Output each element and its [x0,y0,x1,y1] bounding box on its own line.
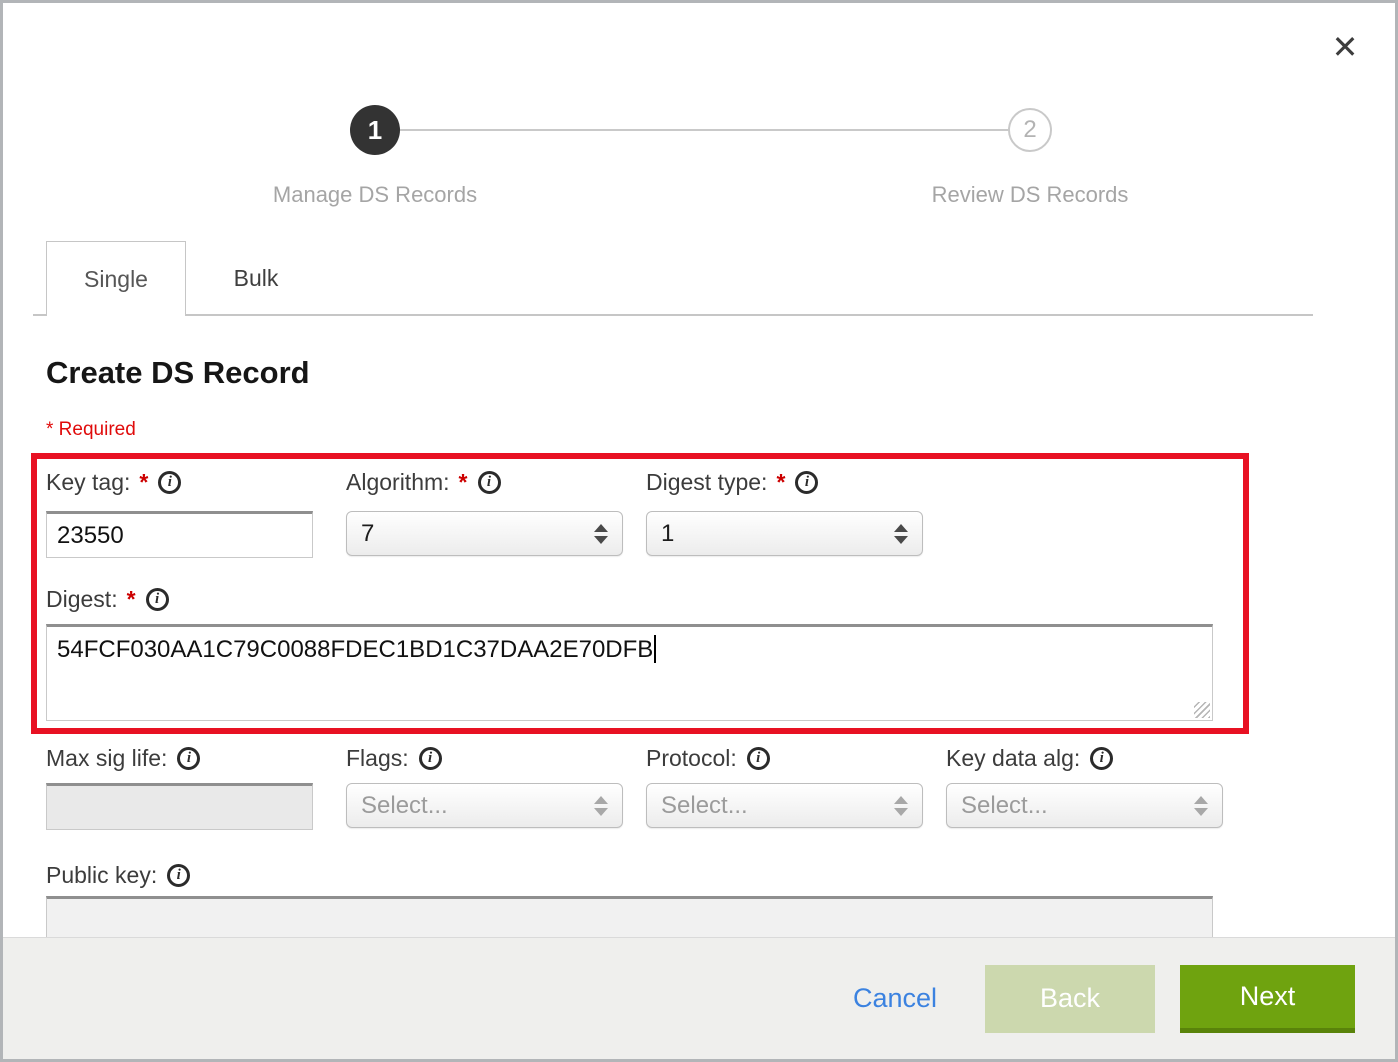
info-icon[interactable]: i [1090,747,1113,770]
next-button[interactable]: Next [1180,965,1355,1033]
select-arrows-icon [894,524,908,544]
max-sig-life-label: Max sig life: i [46,745,200,772]
resize-handle-icon[interactable] [1194,702,1210,718]
info-icon[interactable]: i [146,588,169,611]
public-key-label-text: Public key: [46,862,157,889]
digest-textarea[interactable]: 54FCF030AA1C79C0088FDEC1BD1C37DAA2E70DFB [46,624,1213,721]
info-icon[interactable]: i [747,747,770,770]
cancel-button[interactable]: Cancel [853,983,937,1014]
step-2-indicator: 2 [1008,108,1052,152]
public-key-textarea[interactable] [46,896,1213,942]
stepper-connector-line [375,129,1031,131]
max-sig-life-input[interactable] [46,783,313,830]
select-arrows-icon [894,796,908,816]
modal-footer: Cancel Back Next [3,937,1395,1059]
flags-select[interactable]: Select... [346,783,623,828]
required-asterisk: * [459,469,468,496]
required-asterisk: * [139,469,148,496]
required-note: * Required [46,419,136,441]
digest-type-select[interactable]: 1 [646,511,923,556]
digest-type-selected-value: 1 [661,520,674,548]
required-asterisk: * [776,469,785,496]
algorithm-label-text: Algorithm: [346,469,450,496]
max-sig-life-label-text: Max sig life: [46,745,167,772]
key-tag-label: Key tag: * i [46,469,181,496]
select-arrows-icon [594,524,608,544]
select-arrows-icon [1194,796,1208,816]
info-icon[interactable]: i [177,747,200,770]
step-1-indicator: 1 [350,105,400,155]
key-tag-input[interactable] [46,511,313,558]
page-title: Create DS Record [46,355,310,391]
public-key-label: Public key: i [46,862,190,889]
digest-type-label: Digest type: * i [646,469,818,496]
digest-value: 54FCF030AA1C79C0088FDEC1BD1C37DAA2E70DFB [57,636,653,663]
algorithm-label: Algorithm: * i [346,469,501,496]
protocol-label-text: Protocol: [646,745,737,772]
key-data-alg-select[interactable]: Select... [946,783,1223,828]
flags-label-text: Flags: [346,745,409,772]
info-icon[interactable]: i [478,471,501,494]
algorithm-select[interactable]: 7 [346,511,623,556]
select-arrows-icon [594,796,608,816]
step-1-label: Manage DS Records [175,182,575,208]
flags-placeholder: Select... [361,792,448,820]
info-icon[interactable]: i [795,471,818,494]
close-icon[interactable]: ✕ [1323,25,1367,69]
flags-label: Flags: i [346,745,442,772]
required-asterisk: * [127,586,136,613]
key-tag-label-text: Key tag: [46,469,130,496]
info-icon[interactable]: i [158,471,181,494]
tab-single[interactable]: Single [46,241,186,316]
back-button[interactable]: Back [985,965,1155,1033]
text-cursor [654,635,656,663]
digest-type-label-text: Digest type: [646,469,767,496]
protocol-placeholder: Select... [661,792,748,820]
algorithm-selected-value: 7 [361,520,374,548]
protocol-select[interactable]: Select... [646,783,923,828]
digest-label-text: Digest: [46,586,118,613]
create-ds-record-modal: ✕ 1 2 Manage DS Records Review DS Record… [0,0,1398,1062]
info-icon[interactable]: i [419,747,442,770]
info-icon[interactable]: i [167,864,190,887]
digest-label: Digest: * i [46,586,169,613]
step-2-label: Review DS Records [830,182,1230,208]
key-data-alg-label: Key data alg: i [946,745,1113,772]
key-data-alg-label-text: Key data alg: [946,745,1080,772]
tab-bulk[interactable]: Bulk [186,241,326,316]
protocol-label: Protocol: i [646,745,770,772]
key-data-alg-placeholder: Select... [961,792,1048,820]
